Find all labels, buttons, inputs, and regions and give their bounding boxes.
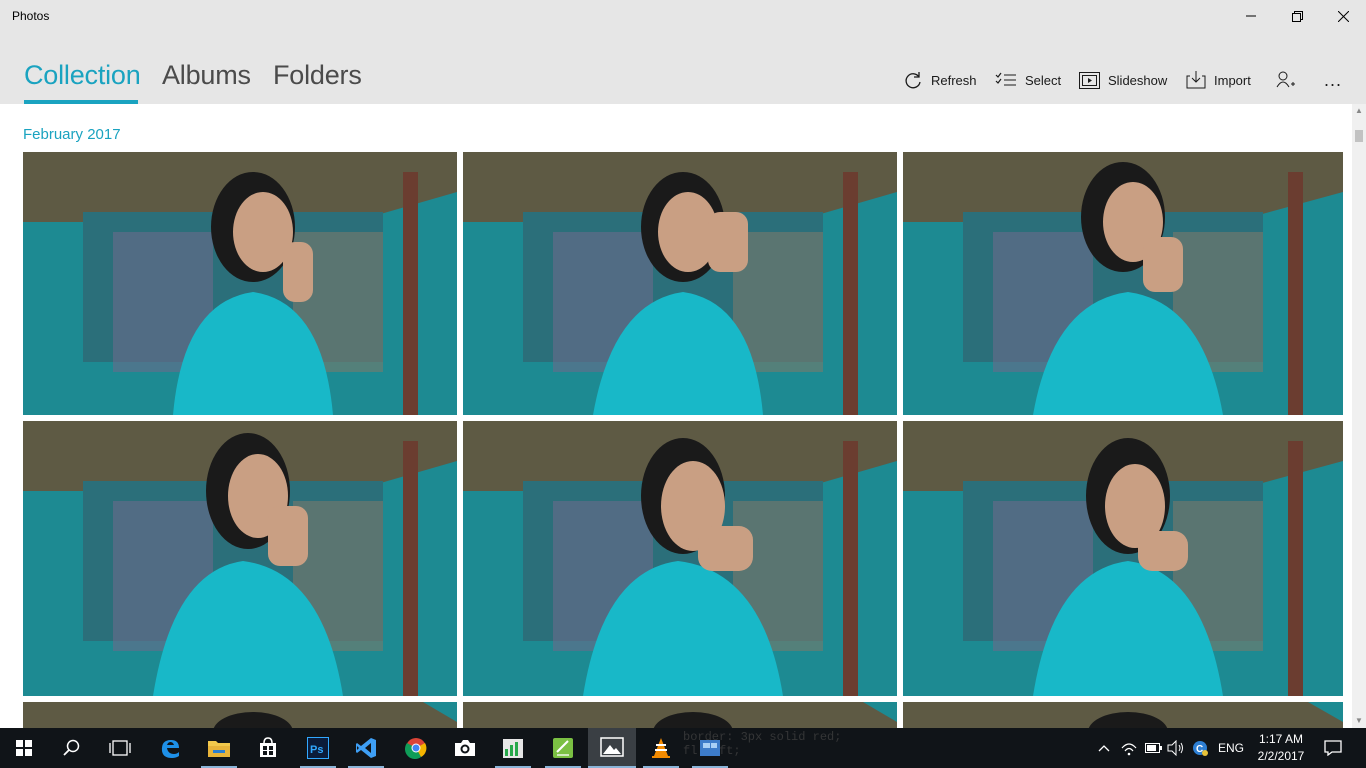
spreadsheet-icon xyxy=(503,739,523,758)
title-bar: Photos xyxy=(0,0,1366,32)
speaker-icon xyxy=(1167,740,1183,756)
taskbar: border: 3px solid red; fl left; Ps C ENG… xyxy=(0,728,1366,768)
action-center-button[interactable] xyxy=(1324,728,1342,768)
svg-text:Ps: Ps xyxy=(310,744,323,756)
taskbar-edge[interactable] xyxy=(146,728,194,768)
more-options-button[interactable]: ... xyxy=(1324,70,1342,91)
vertical-scrollbar[interactable]: ▲ ▼ xyxy=(1352,104,1366,728)
battery-icon xyxy=(1145,743,1162,753)
search-button[interactable] xyxy=(48,728,96,768)
photo-thumbnail[interactable] xyxy=(903,702,1343,728)
photo-thumbnail[interactable] xyxy=(23,702,457,728)
taskbar-file-explorer[interactable] xyxy=(195,728,243,768)
refresh-button[interactable]: Refresh xyxy=(903,67,977,93)
collection-view: February 2017 xyxy=(0,104,1366,728)
wifi-icon xyxy=(1121,743,1137,756)
photo-thumbnail[interactable] xyxy=(463,152,897,415)
taskbar-camera[interactable] xyxy=(441,728,489,768)
taskbar-spreadsheet[interactable] xyxy=(489,728,537,768)
photo-thumbnail[interactable] xyxy=(463,421,897,696)
notification-icon xyxy=(1324,740,1342,756)
import-label: Import xyxy=(1214,72,1251,88)
volume-control[interactable] xyxy=(1167,728,1185,768)
scroll-thumb[interactable] xyxy=(1355,130,1363,142)
clock-time: 1:17 AM xyxy=(1258,732,1304,746)
photo-image xyxy=(463,421,897,696)
clock-date: 2/2/2017 xyxy=(1257,749,1305,763)
photo-image xyxy=(23,421,457,696)
start-button[interactable] xyxy=(0,728,48,768)
photoshop-icon: Ps xyxy=(307,737,329,759)
edge-icon xyxy=(161,740,179,758)
tab-collection[interactable]: Collection xyxy=(24,60,141,91)
tab-folders[interactable]: Folders xyxy=(273,60,362,91)
photo-thumbnail[interactable] xyxy=(23,152,457,415)
photo-thumbnail[interactable] xyxy=(463,702,897,728)
photo-image xyxy=(903,152,1343,415)
taskbar-chrome[interactable] xyxy=(392,728,440,768)
photo-image xyxy=(463,702,897,728)
window-title: Photos xyxy=(12,9,50,23)
select-button[interactable]: Select xyxy=(995,67,1061,93)
tab-albums[interactable]: Albums xyxy=(162,60,251,91)
photos-icon xyxy=(600,737,624,757)
photo-image xyxy=(23,152,457,415)
minimize-icon xyxy=(1246,15,1256,17)
taskbar-vlc[interactable] xyxy=(637,728,685,768)
minimize-button[interactable] xyxy=(1228,0,1274,32)
search-icon xyxy=(63,739,80,756)
file-explorer-icon xyxy=(208,741,230,757)
camera-icon xyxy=(455,740,475,756)
app-icon xyxy=(700,740,720,756)
show-hidden-icons-button[interactable] xyxy=(1098,728,1110,768)
photo-image xyxy=(463,152,897,415)
visual-studio-icon xyxy=(356,738,376,758)
refresh-label: Refresh xyxy=(931,72,977,88)
add-account-button[interactable] xyxy=(1276,67,1304,93)
close-icon xyxy=(1337,10,1349,22)
status-app-icon: C xyxy=(1193,741,1208,756)
scroll-up-icon[interactable]: ▲ xyxy=(1355,106,1363,115)
app-tray-icon[interactable]: C xyxy=(1192,728,1208,768)
clock[interactable]: 1:17 AM 2/2/2017 xyxy=(1250,731,1312,765)
vlc-icon xyxy=(652,738,670,758)
taskbar-notepad[interactable] xyxy=(539,728,587,768)
taskbar-app[interactable] xyxy=(686,728,734,768)
scroll-down-icon[interactable]: ▼ xyxy=(1355,716,1363,725)
task-view-icon xyxy=(109,740,131,756)
slideshow-icon xyxy=(1079,71,1100,89)
store-icon xyxy=(260,737,276,757)
photo-image xyxy=(23,702,457,728)
import-icon xyxy=(1186,71,1206,89)
start-icon xyxy=(16,740,32,756)
taskbar-photos[interactable] xyxy=(588,728,636,768)
photo-image xyxy=(903,421,1343,696)
taskbar-store[interactable] xyxy=(244,728,292,768)
slideshow-button[interactable]: Slideshow xyxy=(1079,67,1167,93)
add-person-icon xyxy=(1276,71,1295,88)
close-button[interactable] xyxy=(1320,0,1366,32)
chrome-icon xyxy=(405,738,427,759)
import-button[interactable]: Import xyxy=(1186,67,1251,93)
notepad-icon xyxy=(553,738,573,758)
input-language[interactable]: ENG xyxy=(1218,728,1244,768)
select-icon xyxy=(995,72,1016,86)
photo-thumbnail[interactable] xyxy=(903,152,1343,415)
restore-button[interactable] xyxy=(1274,0,1320,32)
photo-thumbnail[interactable] xyxy=(903,421,1343,696)
select-label: Select xyxy=(1025,72,1062,88)
task-view-button[interactable] xyxy=(96,728,144,768)
taskbar-photoshop[interactable]: Ps xyxy=(294,728,342,768)
photo-image xyxy=(903,702,1343,728)
chevron-up-icon xyxy=(1098,745,1110,752)
restore-icon xyxy=(1291,10,1303,22)
date-heading[interactable]: February 2017 xyxy=(23,126,121,143)
app-header: Collection Albums Folders Refresh Select… xyxy=(0,32,1366,104)
refresh-icon xyxy=(905,72,921,89)
photo-thumbnail[interactable] xyxy=(23,421,457,696)
battery-status[interactable] xyxy=(1145,728,1163,768)
network-status[interactable] xyxy=(1120,728,1138,768)
taskbar-visual-studio[interactable] xyxy=(342,728,390,768)
slideshow-label: Slideshow xyxy=(1108,72,1168,88)
